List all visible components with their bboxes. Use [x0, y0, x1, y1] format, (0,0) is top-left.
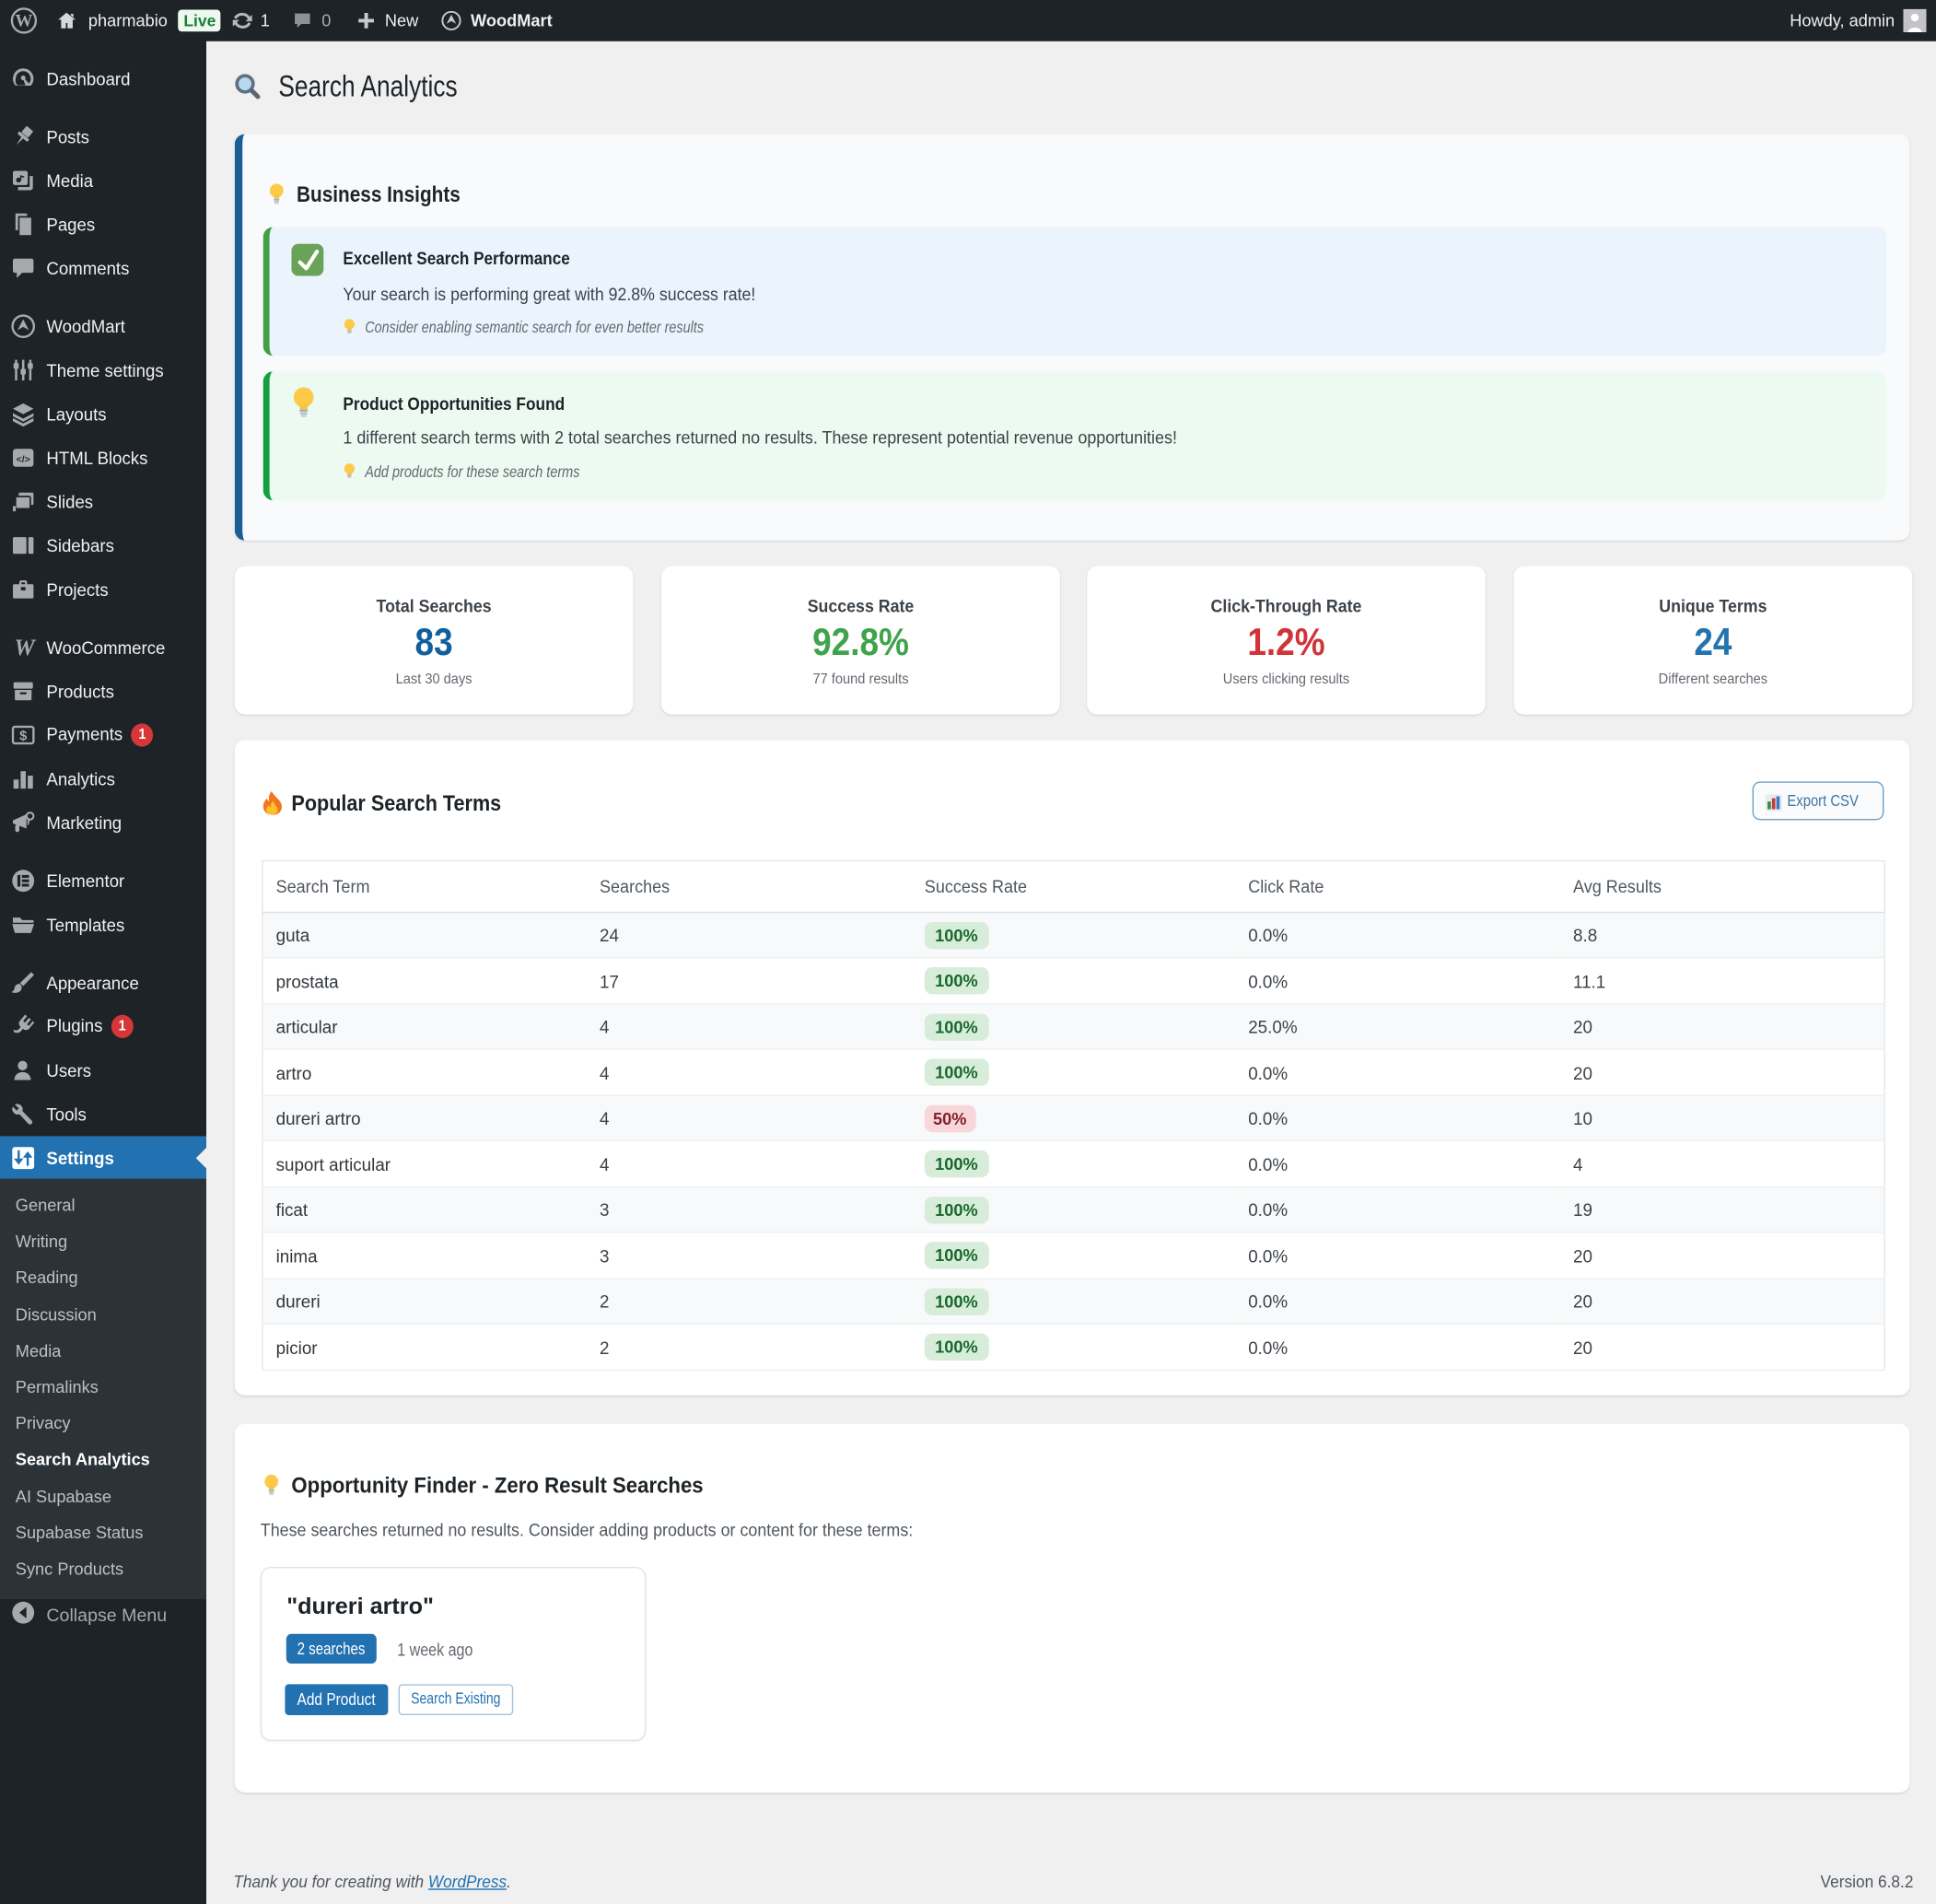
svg-text:$: $ — [19, 729, 27, 743]
svg-text:</>: </> — [17, 454, 30, 465]
svg-text:W: W — [15, 11, 32, 30]
svg-text:W: W — [14, 636, 36, 660]
